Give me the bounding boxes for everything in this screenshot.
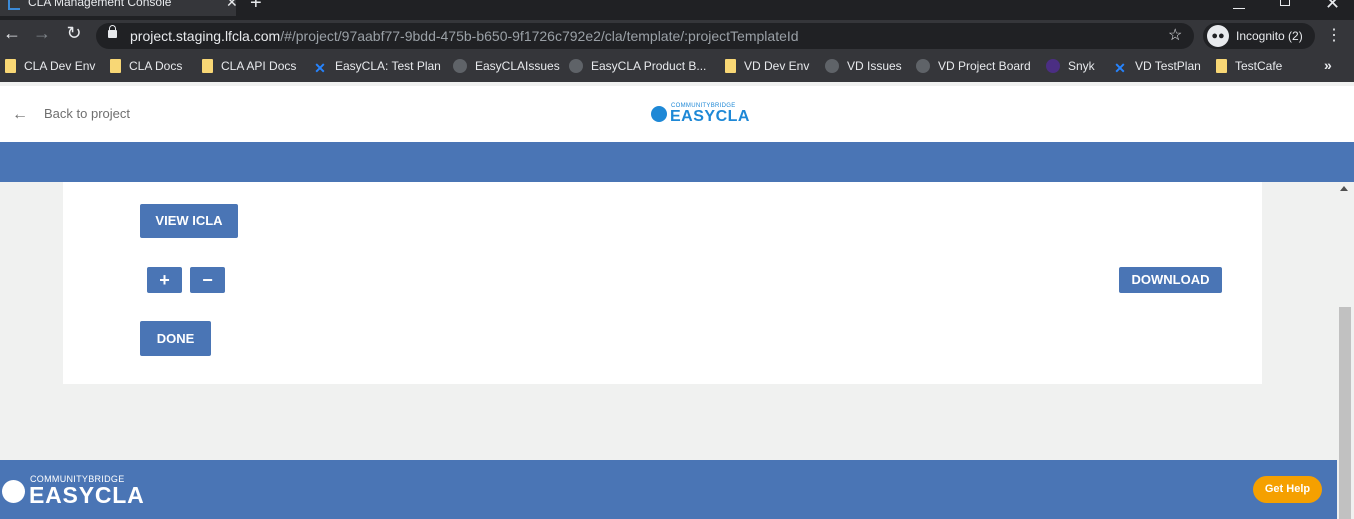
bookmark-item[interactable]: ✕ EasyCLA: Test Plan	[313, 59, 441, 76]
zoom-in-button[interactable]: +	[147, 267, 182, 293]
bookmark-label: TestCafe	[1235, 59, 1283, 73]
bookmark-label: EasyCLAIssues	[475, 59, 560, 73]
github-icon	[453, 59, 467, 73]
bookmark-label: Snyk	[1068, 59, 1095, 73]
logo-title: EASYCLA	[670, 108, 750, 125]
back-to-project-link[interactable]: ← Back to project	[12, 106, 130, 124]
scroll-up-arrow-icon[interactable]	[1340, 186, 1348, 191]
logo-mark-icon	[651, 106, 667, 122]
new-tab-icon[interactable]: +	[250, 0, 262, 15]
browser-menu-icon[interactable]: ⋮	[1326, 25, 1342, 45]
bookmark-label: VD Project Board	[938, 59, 1031, 73]
bookmark-label: EasyCLA Product B...	[591, 59, 707, 73]
browser-tab[interactable]: CLA Management Console ✕	[0, 0, 238, 16]
bookmark-label: CLA API Docs	[221, 59, 297, 73]
bookmark-item[interactable]: CLA API Docs	[202, 59, 296, 73]
bookmark-star-icon[interactable]: ☆	[1168, 25, 1182, 45]
url-text: project.staging.lfcla.com/#/project/97aa…	[130, 28, 799, 44]
folder-icon	[110, 59, 121, 73]
back-arrow-icon[interactable]: ←	[0, 23, 24, 44]
footer-logo-title: EASYCLA	[29, 482, 145, 508]
bookmark-item[interactable]: Snyk	[1046, 59, 1095, 73]
browser-tabstrip: CLA Management Console ✕ + ✕	[0, 0, 1354, 20]
window-close-icon[interactable]: ✕	[1325, 0, 1340, 14]
github-icon	[916, 59, 930, 73]
incognito-profile-button[interactable]: ●● Incognito (2)	[1203, 23, 1315, 49]
bookmarks-bar: CLA Dev Env CLA Docs CLA API Docs ✕ EasyCLA:…	[0, 52, 1354, 82]
bookmark-label: CLA Docs	[129, 59, 183, 73]
reload-icon[interactable]: ↻	[62, 23, 86, 44]
tab-title: CLA Management Console	[28, 0, 172, 9]
bookmark-item[interactable]: EasyCLA Product B...	[569, 59, 706, 73]
tab-favicon-icon	[8, 0, 20, 10]
folder-icon	[725, 59, 736, 73]
jira-icon: ✕	[1114, 60, 1126, 76]
jira-icon: ✕	[314, 60, 326, 76]
folder-icon	[202, 59, 213, 73]
folder-icon	[1216, 59, 1227, 73]
done-button[interactable]: DONE	[140, 321, 211, 356]
snyk-icon	[1046, 59, 1060, 73]
back-arrow-icon: ←	[12, 106, 28, 123]
bookmark-item[interactable]: TestCafe	[1216, 59, 1282, 73]
lock-icon	[108, 25, 117, 38]
bookmark-label: EasyCLA: Test Plan	[335, 59, 441, 73]
incognito-icon: ●●	[1207, 25, 1229, 47]
incognito-label: Incognito (2)	[1236, 29, 1303, 43]
template-card: VIEW ICLA + − DOWNLOAD DONE	[63, 182, 1262, 384]
bookmark-item[interactable]: ✕ VD TestPlan	[1113, 59, 1201, 76]
github-icon	[569, 59, 583, 73]
download-button[interactable]: DOWNLOAD	[1119, 267, 1222, 293]
page-scrollbar-thumb[interactable]	[1339, 307, 1351, 519]
footer-logo-mark-icon	[2, 480, 25, 503]
bookmark-item[interactable]: VD Issues	[825, 59, 902, 73]
bookmark-label: VD Dev Env	[744, 59, 810, 73]
bookmark-item[interactable]: CLA Docs	[110, 59, 182, 73]
tab-close-icon[interactable]: ✕	[226, 0, 238, 11]
bookmark-item[interactable]: CLA Dev Env	[5, 59, 95, 73]
github-icon	[825, 59, 839, 73]
app-header: ← Back to project COMMUNITYBRIDGE EASYCLA	[0, 86, 1354, 142]
window-minimize-icon[interactable]	[1233, 8, 1245, 9]
bookmark-item[interactable]: VD Dev Env	[725, 59, 809, 73]
address-bar[interactable]: project.staging.lfcla.com/#/project/97aa…	[96, 23, 1194, 49]
bookmarks-overflow-icon[interactable]: »	[1324, 57, 1332, 73]
bookmark-item[interactable]: EasyCLAIssues	[453, 59, 560, 73]
browser-toolbar: ← → ↻ project.staging.lfcla.com/#/projec…	[0, 20, 1354, 52]
zoom-out-button[interactable]: −	[190, 267, 225, 293]
get-help-button[interactable]: Get Help	[1253, 476, 1322, 503]
view-icla-button[interactable]: VIEW ICLA	[140, 204, 238, 238]
header-band	[0, 142, 1354, 182]
forward-arrow-icon[interactable]: →	[30, 23, 54, 44]
bookmark-label: VD TestPlan	[1135, 59, 1201, 73]
app-footer: COMMUNITYBRIDGE EASYCLA Get Help	[0, 460, 1337, 519]
folder-icon	[5, 59, 16, 73]
bookmark-label: CLA Dev Env	[24, 59, 96, 73]
window-maximize-icon[interactable]	[1280, 0, 1290, 6]
back-to-project-label: Back to project	[44, 106, 130, 121]
bookmark-item[interactable]: VD Project Board	[916, 59, 1031, 73]
bookmark-label: VD Issues	[847, 59, 902, 73]
